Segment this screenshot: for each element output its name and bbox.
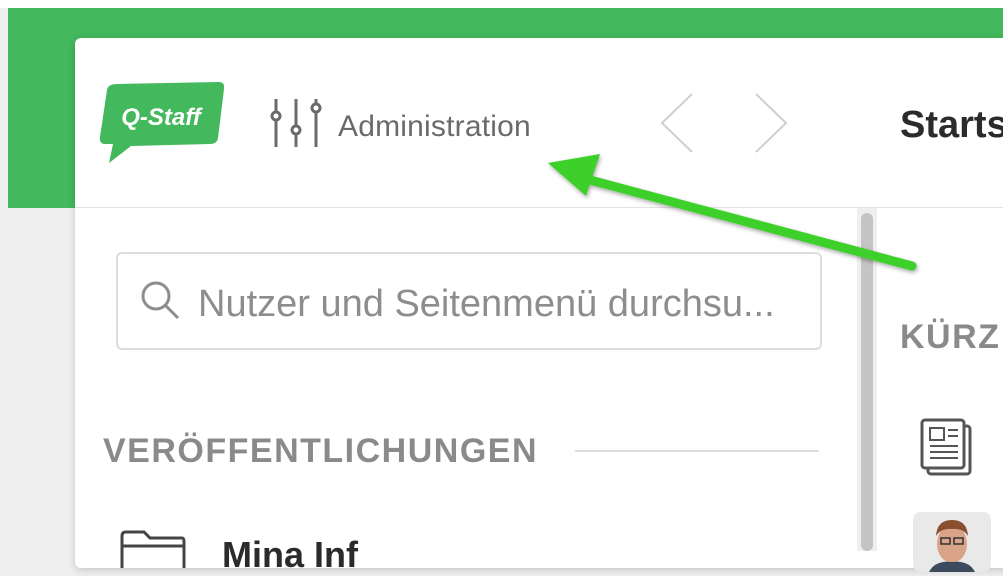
section-divider <box>575 450 819 452</box>
top-edge <box>0 0 1003 8</box>
avatar[interactable] <box>913 512 991 572</box>
search-icon <box>141 281 180 320</box>
page-background <box>8 208 78 551</box>
folder-icon <box>120 530 186 568</box>
sidebar-item-label[interactable]: Mina Inf <box>222 534 358 576</box>
sliders-icon[interactable] <box>268 95 324 151</box>
chevron-left-icon[interactable] <box>658 92 694 154</box>
administration-link[interactable]: Administration <box>338 110 531 144</box>
section-title-publications: VERÖFFENTLICHUNGEN <box>103 432 538 470</box>
sidebar-scrollbar-thumb[interactable] <box>861 213 873 551</box>
search-placeholder: Nutzer und Seitenmenü durchsu... <box>198 283 775 325</box>
logo-text: Q-Staff <box>121 104 203 131</box>
page-title: Starts <box>900 104 1003 146</box>
chevron-right-icon[interactable] <box>754 92 790 154</box>
news-document-icon[interactable] <box>918 416 976 478</box>
q-staff-logo[interactable]: Q-Staff <box>97 80 225 164</box>
main-section-title: KÜRZ <box>900 318 1001 356</box>
